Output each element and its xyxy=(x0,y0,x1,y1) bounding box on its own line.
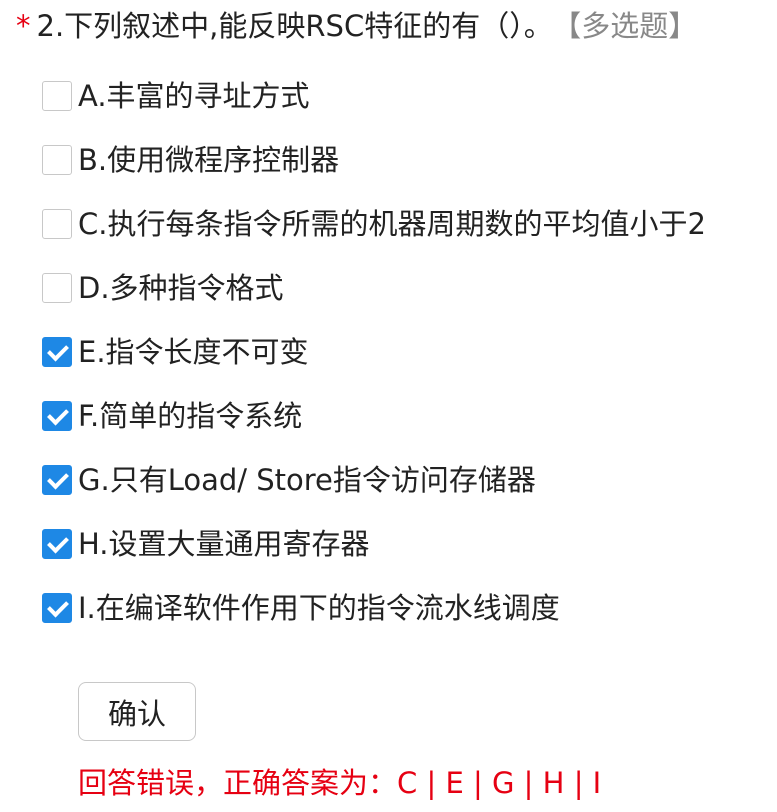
option-g[interactable]: G.只有Load/ Store指令访问存储器 xyxy=(42,448,706,512)
option-label-c[interactable]: C.执行每条指令所需的机器周期数的平均值小于2 xyxy=(78,204,706,244)
option-b[interactable]: B.使用微程序控制器 xyxy=(42,128,706,192)
option-h[interactable]: H.设置大量通用寄存器 xyxy=(42,512,706,576)
checkbox-b[interactable] xyxy=(42,145,72,175)
checkbox-e[interactable] xyxy=(42,337,72,367)
checkbox-f[interactable] xyxy=(42,401,72,431)
checkbox-d[interactable] xyxy=(42,273,72,303)
options-list: A.丰富的寻址方式 B.使用微程序控制器 C.执行每条指令所需的机器周期数的平均… xyxy=(42,64,706,640)
option-label-a[interactable]: A.丰富的寻址方式 xyxy=(78,76,310,116)
option-c[interactable]: C.执行每条指令所需的机器周期数的平均值小于2 xyxy=(42,192,706,256)
question-title: * 2.下列叙述中,能反映RSC特征的有（）。 【多选题】 xyxy=(16,6,697,46)
answer-result-text: 回答错误，正确答案为：C | E | G | H | I xyxy=(78,766,602,800)
option-label-g[interactable]: G.只有Load/ Store指令访问存储器 xyxy=(78,460,536,500)
option-label-h[interactable]: H.设置大量通用寄存器 xyxy=(78,524,370,564)
required-mark: * xyxy=(16,9,31,43)
option-label-i[interactable]: I.在编译软件作用下的指令流水线调度 xyxy=(78,588,560,628)
checkbox-i[interactable] xyxy=(42,593,72,623)
question-text: 2.下列叙述中,能反映RSC特征的有（）。 xyxy=(36,9,553,43)
checkbox-g[interactable] xyxy=(42,465,72,495)
option-f[interactable]: F.简单的指令系统 xyxy=(42,384,706,448)
option-a[interactable]: A.丰富的寻址方式 xyxy=(42,64,706,128)
checkbox-a[interactable] xyxy=(42,81,72,111)
option-e[interactable]: E.指令长度不可变 xyxy=(42,320,706,384)
option-label-e[interactable]: E.指令长度不可变 xyxy=(78,332,309,372)
option-label-b[interactable]: B.使用微程序控制器 xyxy=(78,140,339,180)
option-label-d[interactable]: D.多种指令格式 xyxy=(78,268,284,308)
question-type-label: 【多选题】 xyxy=(566,9,698,43)
checkbox-c[interactable] xyxy=(42,209,72,239)
confirm-button[interactable]: 确认 xyxy=(78,682,196,741)
option-i[interactable]: I.在编译软件作用下的指令流水线调度 xyxy=(42,576,706,640)
option-label-f[interactable]: F.简单的指令系统 xyxy=(78,396,302,436)
checkbox-h[interactable] xyxy=(42,529,72,559)
option-d[interactable]: D.多种指令格式 xyxy=(42,256,706,320)
